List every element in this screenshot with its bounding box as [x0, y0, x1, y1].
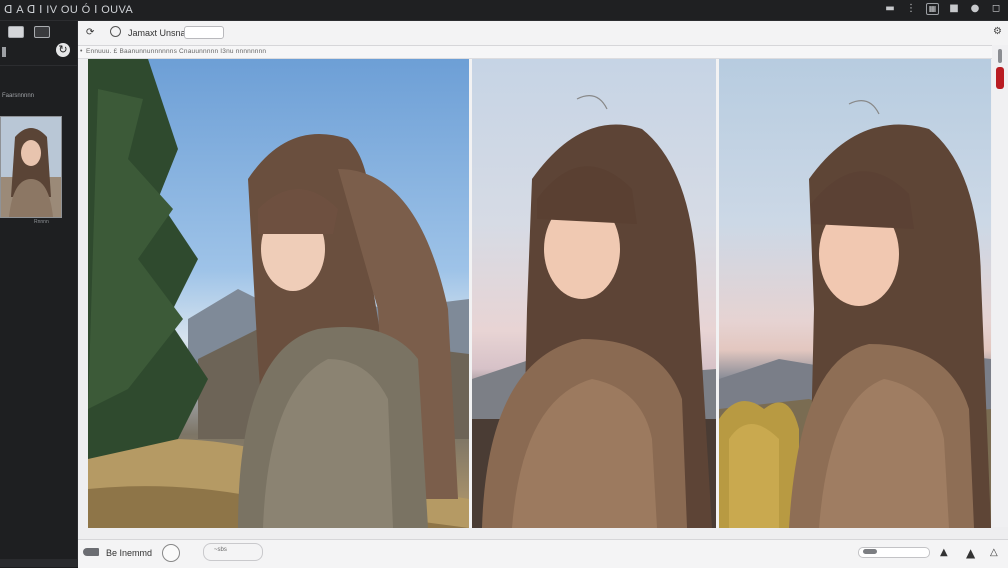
toolbar: ⟳ Jamaxt Unsnal ⚙ — [78, 21, 1008, 46]
toolbar-label: Jamaxt Unsnal — [128, 28, 188, 38]
record-indicator[interactable] — [996, 67, 1004, 89]
lock-icon[interactable]: ■ — [948, 3, 960, 15]
scroll-thumb[interactable] — [998, 49, 1002, 63]
back-icon[interactable]: ⟳ — [86, 27, 94, 38]
settings-icon[interactable]: ⋮ — [905, 3, 917, 15]
zoom-slider-knob[interactable] — [863, 549, 877, 554]
photo-image-3 — [719, 100, 991, 528]
main-area: ⟳ Jamaxt Unsnal ⚙ • Ennuuu. £ Baanunnunn… — [78, 21, 1008, 568]
photo-image-2 — [472, 95, 716, 528]
status-field-text: ~sbs — [214, 547, 227, 553]
minimize-icon[interactable]: ▬ — [884, 3, 896, 15]
cursor-icon[interactable]: △ — [990, 547, 998, 558]
breadcrumb: • Ennuuu. £ Baanunnunnnnnns Cnauunnnnn I… — [78, 46, 1008, 59]
photo-panel-1[interactable] — [88, 59, 469, 528]
status-field[interactable] — [203, 543, 263, 561]
close-icon[interactable]: ◻ — [990, 3, 1002, 15]
refresh-icon[interactable]: ↻ — [56, 43, 70, 57]
breadcrumb-icon: • — [80, 48, 83, 55]
window-controls: ▬ ⋮ ▦ ■ ● ◻ — [884, 3, 1002, 15]
sidebar-caption: Faarsnnnnn — [2, 93, 35, 99]
left-sidebar: ↻ Faarsnnnnn Rnnnn — [0, 21, 78, 567]
history-icon[interactable] — [110, 26, 121, 37]
sidebar-footer — [0, 559, 77, 567]
toolbar-input[interactable] — [184, 26, 224, 39]
pen-icon[interactable]: ▲ — [940, 547, 948, 558]
settings-gear-icon[interactable]: ⚙ — [993, 26, 1002, 37]
share-icon[interactable]: ● — [969, 3, 981, 15]
status-label: Be Inemmd — [106, 548, 153, 558]
thumbnail-image — [1, 117, 61, 217]
grid-view-button[interactable] — [8, 26, 24, 38]
photo-image-1 — [88, 59, 469, 528]
collapse-handle[interactable] — [2, 47, 6, 57]
window-title: ꓷ A ꓷ ꓲ IV OU Ó ꓲ OUVA — [4, 4, 134, 16]
capture-icon[interactable] — [83, 548, 99, 556]
status-bar: Be Inemmd ~sbs ▲ ▲ △ — [78, 539, 1008, 568]
list-view-button[interactable] — [34, 26, 50, 38]
sidebar-header: ↻ — [0, 21, 77, 66]
thumbnail-selected[interactable] — [0, 116, 62, 218]
vertical-scrollbar[interactable] — [992, 45, 1008, 527]
copy-icon[interactable]: ▦ — [926, 3, 939, 15]
photo-panel-3[interactable] — [719, 59, 991, 528]
title-bar: ꓷ A ꓷ ꓲ IV OU Ó ꓲ OUVA ▬ ⋮ ▦ ■ ● ◻ — [0, 0, 1008, 21]
round-button[interactable] — [162, 544, 180, 562]
brush-icon[interactable]: ▲ — [966, 546, 975, 560]
breadcrumb-text: Ennuuu. £ Baanunnunnnnnns Cnauunnnnn I3n… — [86, 48, 267, 55]
thumbnail-caption: Rnnnn — [34, 219, 49, 225]
photo-panel-2[interactable] — [472, 59, 716, 528]
